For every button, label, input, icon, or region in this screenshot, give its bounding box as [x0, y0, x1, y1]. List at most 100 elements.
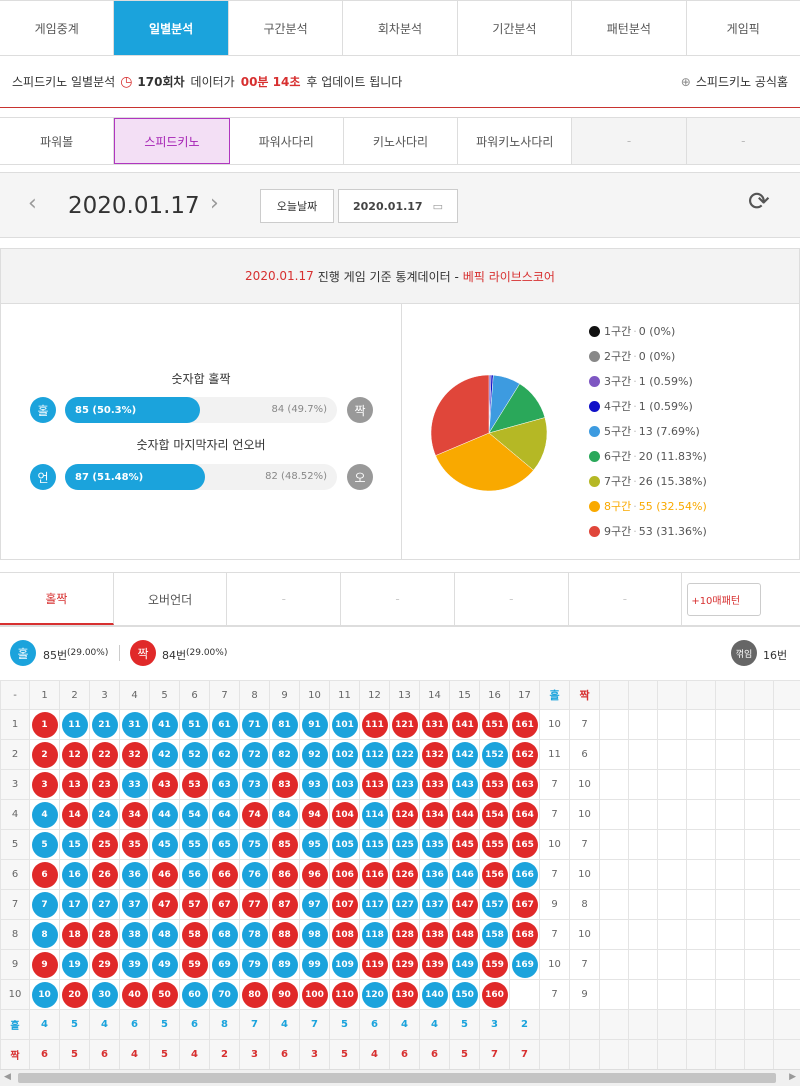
number-ball: 162	[511, 741, 538, 768]
pattern-tab-1[interactable]: 홀짝	[0, 573, 114, 625]
grid-cell: 137	[419, 889, 450, 920]
grid-cell: 159	[479, 949, 510, 980]
number-ball: 97	[301, 891, 328, 918]
number-ball: 81	[271, 711, 298, 738]
odd-summary-badge: 홀	[10, 640, 36, 666]
grid-cell: 1	[29, 709, 60, 740]
grid-empty	[628, 889, 658, 920]
today-button[interactable]: 오늘날짜	[260, 189, 334, 223]
column-total: 6	[89, 1039, 120, 1070]
grid-cell: 22	[89, 739, 120, 770]
number-ball: 61	[211, 711, 238, 738]
main-tab-7[interactable]: 게임픽	[687, 1, 800, 55]
number-ball: 9	[31, 951, 58, 978]
scrollbar-thumb[interactable]	[18, 1073, 776, 1083]
number-ball: 132	[421, 741, 448, 768]
game-tab-6[interactable]: -	[572, 118, 687, 164]
grid-empty	[599, 1009, 629, 1040]
date-picker[interactable]: 2020.01.17 ▭	[338, 189, 458, 223]
next-date-icon[interactable]: ›	[210, 191, 219, 216]
pattern-tab-2[interactable]: 오버언더	[114, 573, 228, 625]
grid-cell: 118	[359, 919, 390, 950]
grid-empty	[686, 1009, 716, 1040]
game-tab-4[interactable]: 키노사다리	[344, 118, 459, 164]
row-number: 8	[0, 919, 30, 950]
grid-cell: 85	[269, 829, 300, 860]
grid-empty	[773, 979, 800, 1010]
number-ball: 38	[121, 921, 148, 948]
pattern-tab-5[interactable]: -	[455, 573, 569, 625]
pattern-tab-7[interactable]: +10매패턴	[682, 573, 800, 625]
grid-cell: 78	[239, 919, 270, 950]
grid-cell: 73	[239, 769, 270, 800]
grid-cell: 92	[299, 739, 330, 770]
number-ball: 118	[361, 921, 388, 948]
main-tab-1[interactable]: 게임중계	[0, 1, 115, 55]
scroll-right-icon[interactable]: ▶	[789, 1072, 796, 1082]
legend-item-9: 9구간 · 53 (31.36%)	[589, 524, 707, 538]
legend-label: 9구간	[604, 525, 632, 538]
number-ball: 32	[121, 741, 148, 768]
row-number: 5	[0, 829, 30, 860]
grid-empty	[744, 799, 774, 830]
game-tab-5[interactable]: 파워키노사다리	[458, 118, 573, 164]
grid-cell: 6	[29, 859, 60, 890]
grid-cell: 52	[179, 739, 210, 770]
number-ball: 100	[301, 981, 328, 1008]
grid-empty	[715, 680, 745, 710]
legend-value: 0 (0%)	[638, 349, 676, 363]
number-ball: 8	[31, 921, 58, 948]
column-total: 4	[179, 1039, 210, 1070]
number-ball: 48	[151, 921, 178, 948]
main-tab-3[interactable]: 구간분석	[229, 1, 344, 55]
grid-cell: 77	[239, 889, 270, 920]
game-tab-2[interactable]: 스피드키노	[114, 118, 230, 164]
grid-cell: 126	[389, 859, 420, 890]
pattern-tab-4[interactable]: -	[341, 573, 455, 625]
row-even-count: 10	[569, 859, 600, 890]
grid-cell: 84	[269, 799, 300, 830]
horizontal-scrollbar[interactable]: ◀ ▶	[0, 1069, 800, 1086]
main-tab-4[interactable]: 회차분석	[343, 1, 458, 55]
game-tab-7[interactable]: -	[686, 118, 800, 164]
grid-empty	[773, 889, 800, 920]
number-ball: 155	[481, 831, 508, 858]
game-tab-1[interactable]: 파워볼	[0, 118, 115, 164]
number-ball: 140	[421, 981, 448, 1008]
ten-pattern-button[interactable]: +10매패턴	[687, 582, 762, 616]
grid-cell: 106	[329, 859, 360, 890]
grid-cell: 133	[419, 769, 450, 800]
grid-empty	[773, 1009, 800, 1040]
legend-label: 1구간	[604, 325, 632, 338]
grid-cell: 167	[509, 889, 540, 920]
number-ball: 142	[451, 741, 478, 768]
grid-cell: 26	[89, 859, 120, 890]
stat-header: 2020.01.17 진행 게임 기준 통계데이터 - 베픽 라이브스코어	[1, 249, 799, 304]
number-ball: 110	[331, 981, 358, 1008]
game-tab-3[interactable]: 파워사다리	[230, 118, 344, 164]
refresh-icon[interactable]: ⟳	[748, 187, 770, 217]
grid-cell: 60	[179, 979, 210, 1010]
number-ball: 2	[31, 741, 58, 768]
main-tab-2[interactable]: 일별분석	[114, 1, 229, 55]
under-over-title: 숫자합 마지막자리 언오버	[136, 438, 266, 452]
grid-cell: 165	[509, 829, 540, 860]
grid-cell: 136	[419, 859, 450, 890]
number-ball: 44	[151, 801, 178, 828]
row-even-count: 8	[569, 889, 600, 920]
grid-col-header: 13	[389, 680, 420, 710]
grid-cell: 35	[119, 829, 150, 860]
pattern-tab-3[interactable]: -	[227, 573, 342, 625]
main-tab-5[interactable]: 기간분석	[458, 1, 573, 55]
scroll-left-icon[interactable]: ◀	[4, 1072, 11, 1082]
grid-cell: 67	[209, 889, 240, 920]
pattern-tab-6[interactable]: -	[569, 573, 683, 625]
official-home-link[interactable]: 스피드키노 공식홈	[696, 73, 788, 90]
prev-date-icon[interactable]: ‹	[28, 191, 37, 216]
number-ball: 144	[451, 801, 478, 828]
grid-empty	[715, 1039, 745, 1070]
number-ball: 94	[301, 801, 328, 828]
number-ball: 43	[151, 771, 178, 798]
main-tab-6[interactable]: 패턴분석	[572, 1, 687, 55]
grid-cell: 156	[479, 859, 510, 890]
